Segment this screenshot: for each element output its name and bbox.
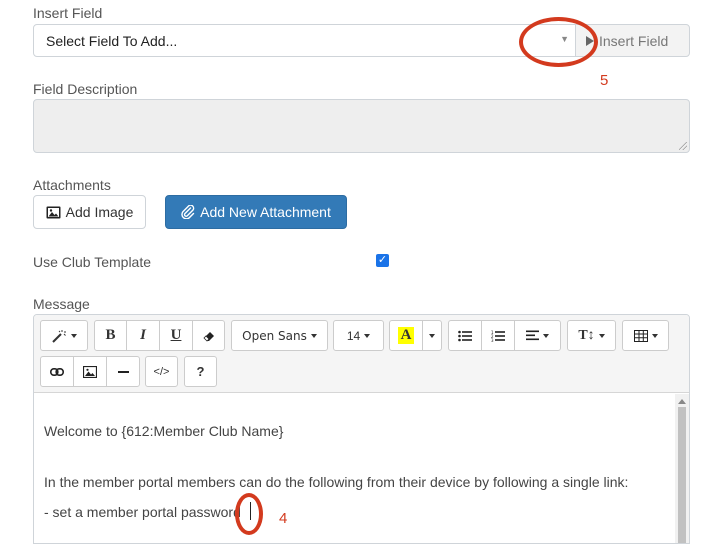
bold-button[interactable]: B xyxy=(94,320,127,351)
message-line: Welcome to {612:Member Club Name} xyxy=(44,423,284,439)
eraser-icon xyxy=(202,331,214,342)
caret-down-icon xyxy=(651,333,658,338)
caret-down-icon xyxy=(310,333,317,338)
unordered-list-button[interactable] xyxy=(448,320,482,351)
scroll-up-arrow-icon[interactable] xyxy=(678,399,686,404)
paragraph-align-dropdown[interactable] xyxy=(514,320,561,351)
picture-icon xyxy=(83,365,97,378)
annotation-number-4: 4 xyxy=(279,510,288,527)
font-size-value: 14 xyxy=(346,328,361,343)
font-size-dropdown[interactable]: 14 xyxy=(333,320,384,351)
annotation-circle-5 xyxy=(519,17,598,67)
insert-field-button-label: Insert Field xyxy=(599,32,669,49)
magic-wand-icon xyxy=(52,329,66,343)
add-image-label: Add Image xyxy=(65,204,134,220)
highlight-color-button[interactable]: A xyxy=(389,320,423,351)
field-select[interactable]: Select Field To Add... ▼ xyxy=(33,24,576,57)
resize-handle-icon[interactable] xyxy=(679,142,687,150)
insert-picture-button[interactable] xyxy=(73,356,107,387)
table-icon xyxy=(633,329,648,342)
bulleted-list-icon xyxy=(458,330,472,341)
annotation-circle-4 xyxy=(235,493,263,535)
add-new-attachment-label: Add New Attachment xyxy=(200,204,331,220)
link-icon xyxy=(50,367,64,376)
field-select-value: Select Field To Add... xyxy=(46,33,178,49)
underline-button[interactable]: U xyxy=(159,320,193,351)
line-height-dropdown[interactable]: T↕ xyxy=(567,320,616,351)
clear-format-button[interactable] xyxy=(192,320,225,351)
font-family-value: Open Sans xyxy=(242,328,307,343)
insert-field-label: Insert Field xyxy=(33,5,103,21)
caret-down-icon xyxy=(543,333,549,338)
highlight-a-icon: A xyxy=(397,327,415,344)
italic-button[interactable]: I xyxy=(126,320,160,351)
use-club-template-checkbox[interactable]: ✓ xyxy=(376,254,389,267)
horizontal-rule-button[interactable] xyxy=(106,356,140,387)
field-description-textarea[interactable] xyxy=(33,99,690,153)
help-button[interactable]: ? xyxy=(184,356,217,387)
numbered-list-icon: 1 2 3 xyxy=(491,330,505,342)
annotation-number-5: 5 xyxy=(600,72,609,89)
caret-down-icon xyxy=(364,333,371,338)
minus-icon xyxy=(117,370,129,373)
message-line: In the member portal members can do the … xyxy=(44,474,629,490)
message-label: Message xyxy=(33,296,90,312)
ordered-list-button[interactable]: 1 2 3 xyxy=(481,320,515,351)
style-magic-button[interactable] xyxy=(40,320,88,351)
add-new-attachment-button[interactable]: Add New Attachment xyxy=(165,195,347,229)
font-family-dropdown[interactable]: Open Sans xyxy=(231,320,328,351)
editor-toolbar: B I U Open Sans 14 A 1 2 3 T↕ </> ? xyxy=(34,315,689,393)
link-button[interactable] xyxy=(40,356,74,387)
caret-down-icon xyxy=(598,333,605,338)
scrollbar-thumb[interactable] xyxy=(678,407,686,543)
caret-down-icon xyxy=(71,333,77,338)
align-left-icon xyxy=(526,330,539,341)
paperclip-icon xyxy=(181,205,195,219)
svg-text:3: 3 xyxy=(491,338,494,342)
highlight-color-dropdown[interactable] xyxy=(422,320,442,351)
table-dropdown[interactable] xyxy=(622,320,669,351)
use-club-template-label: Use Club Template xyxy=(33,254,152,270)
add-image-button[interactable]: Add Image xyxy=(33,195,146,229)
text-height-icon: T↕ xyxy=(578,327,595,343)
message-line: - set a member portal password xyxy=(44,504,241,520)
attachments-label: Attachments xyxy=(33,177,111,193)
message-editor[interactable]: B I U Open Sans 14 A 1 2 3 T↕ </> ? Welc… xyxy=(33,314,690,544)
checkmark-icon: ✓ xyxy=(377,254,388,266)
image-icon xyxy=(46,206,61,218)
code-icon: </> xyxy=(153,365,170,378)
field-description-label: Field Description xyxy=(33,81,138,97)
code-view-button[interactable]: </> xyxy=(145,356,178,387)
caret-down-icon xyxy=(429,333,435,338)
